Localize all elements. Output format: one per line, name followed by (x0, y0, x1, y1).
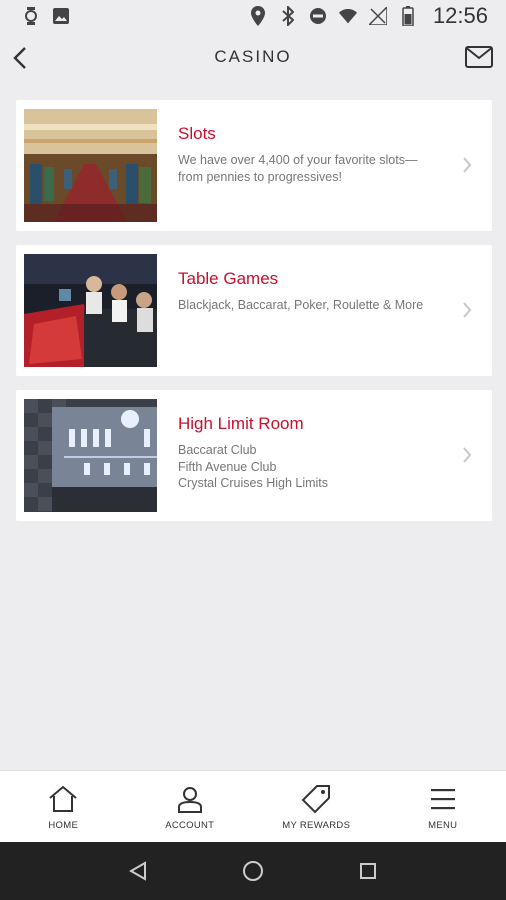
nav-my-rewards[interactable]: MY REWARDS (256, 782, 376, 831)
nav-label: ACCOUNT (165, 820, 215, 831)
table-games-photo (24, 254, 157, 367)
menu-icon (426, 782, 460, 816)
status-bar: 12:56 (0, 0, 506, 32)
nav-menu[interactable]: MENU (383, 782, 503, 831)
system-back-button[interactable] (123, 856, 153, 886)
casino-card-list: Slots We have over 4,400 of your favorit… (16, 100, 492, 535)
card-description: We have over 4,400 of your favorite slot… (178, 153, 418, 184)
page-title: CASINO (214, 47, 292, 66)
card-description-line: Crystal Cruises High Limits (178, 476, 329, 490)
nav-label: MY REWARDS (282, 820, 351, 831)
card-high-limit-room[interactable]: High Limit Room Baccarat Club Fifth Aven… (16, 390, 492, 521)
card-description-line: Baccarat Club (178, 443, 257, 457)
chevron-left-icon (13, 47, 26, 69)
bottom-nav: HOME ACCOUNT MY REWARDS MENU (0, 770, 506, 842)
home-icon (46, 782, 80, 816)
location-icon (249, 6, 267, 26)
triangle-back-icon (128, 861, 146, 881)
nav-account[interactable]: ACCOUNT (130, 782, 250, 831)
mail-button[interactable] (464, 44, 494, 70)
image-icon (52, 7, 70, 25)
do-not-disturb-icon (309, 7, 327, 25)
chevron-right-icon (463, 157, 472, 173)
slots-photo (24, 109, 157, 222)
nav-label: MENU (428, 820, 458, 831)
chevron-right-icon (463, 447, 472, 463)
system-nav-bar (0, 842, 506, 900)
lock-watch-icon (22, 7, 40, 25)
card-slots[interactable]: Slots We have over 4,400 of your favorit… (16, 100, 492, 231)
back-button[interactable] (6, 42, 34, 74)
chevron-right-icon (463, 302, 472, 318)
card-table-games[interactable]: Table Games Blackjack, Baccarat, Poker, … (16, 245, 492, 376)
card-title: Table Games (178, 269, 279, 288)
system-home-button[interactable] (238, 856, 268, 886)
card-title: Slots (178, 124, 216, 143)
wifi-icon (338, 7, 357, 25)
nav-label: HOME (48, 820, 79, 831)
battery-icon (399, 6, 417, 26)
card-description: Blackjack, Baccarat, Poker, Roulette & M… (178, 298, 424, 312)
no-signal-icon (368, 7, 387, 25)
tag-icon (299, 782, 333, 816)
square-recents-icon (360, 863, 377, 879)
high-limit-room-photo (24, 399, 157, 512)
mail-icon (465, 46, 493, 68)
circle-home-icon (242, 861, 263, 881)
status-time: 12:56 (432, 3, 488, 28)
system-recents-button[interactable] (353, 856, 383, 886)
account-icon (173, 782, 207, 816)
card-title: High Limit Room (178, 414, 304, 433)
nav-home[interactable]: HOME (3, 782, 123, 831)
bluetooth-icon (279, 6, 297, 26)
app-header: CASINO (0, 32, 506, 82)
card-description-line: Fifth Avenue Club (178, 459, 277, 474)
